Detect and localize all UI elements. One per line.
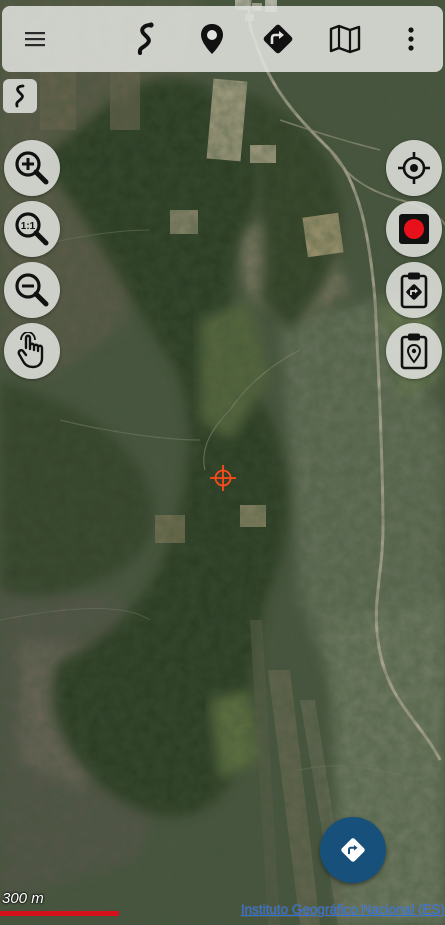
locate-icon bbox=[398, 152, 430, 184]
navigate-fab[interactable] bbox=[320, 817, 386, 883]
route-icon bbox=[263, 24, 293, 54]
locate-button[interactable] bbox=[386, 140, 442, 196]
aerial-imagery bbox=[0, 0, 445, 925]
more-options-button[interactable] bbox=[386, 14, 436, 64]
waypoint-clipboard-button[interactable] bbox=[386, 323, 442, 379]
zoom-out-icon bbox=[15, 273, 49, 307]
map-icon bbox=[329, 24, 361, 54]
zoom-1to1-label: 1:1 bbox=[21, 221, 36, 232]
map-attribution-link[interactable]: Instituto Geográfico Nacional (ES) bbox=[241, 902, 445, 917]
scale-label: 300 m bbox=[2, 890, 44, 907]
waypoints-button[interactable] bbox=[187, 14, 237, 64]
record-icon bbox=[399, 214, 429, 244]
satellite-map[interactable] bbox=[0, 0, 445, 925]
record-button[interactable] bbox=[386, 201, 442, 257]
scale-bar bbox=[0, 911, 119, 916]
zoom-1to1-icon: 1:1 bbox=[15, 212, 49, 246]
zoom-in-button[interactable] bbox=[4, 140, 60, 196]
clipboard-waypoint-icon bbox=[400, 333, 428, 370]
top-toolbar bbox=[2, 6, 443, 72]
menu-icon bbox=[25, 32, 45, 47]
tracks-button[interactable] bbox=[121, 14, 171, 64]
navigate-route-icon bbox=[341, 838, 365, 862]
zoom-out-button[interactable] bbox=[4, 262, 60, 318]
maps-button[interactable] bbox=[320, 14, 370, 64]
map-center-crosshair-icon bbox=[210, 465, 236, 491]
zoom-in-icon bbox=[15, 151, 49, 185]
routes-button[interactable] bbox=[253, 14, 303, 64]
touch-mode-button[interactable] bbox=[4, 323, 60, 379]
clipboard-route-icon bbox=[400, 272, 428, 309]
menu-button[interactable] bbox=[10, 14, 60, 64]
route-clipboard-button[interactable] bbox=[386, 262, 442, 318]
touch-icon bbox=[17, 332, 44, 369]
waypoint-icon bbox=[201, 24, 223, 54]
zoom-1to1-button[interactable]: 1:1 bbox=[4, 201, 60, 257]
track-small-icon bbox=[15, 84, 25, 108]
more-vert-icon bbox=[408, 27, 414, 51]
track-icon bbox=[137, 22, 154, 55]
track-recording-toggle[interactable] bbox=[3, 79, 37, 113]
